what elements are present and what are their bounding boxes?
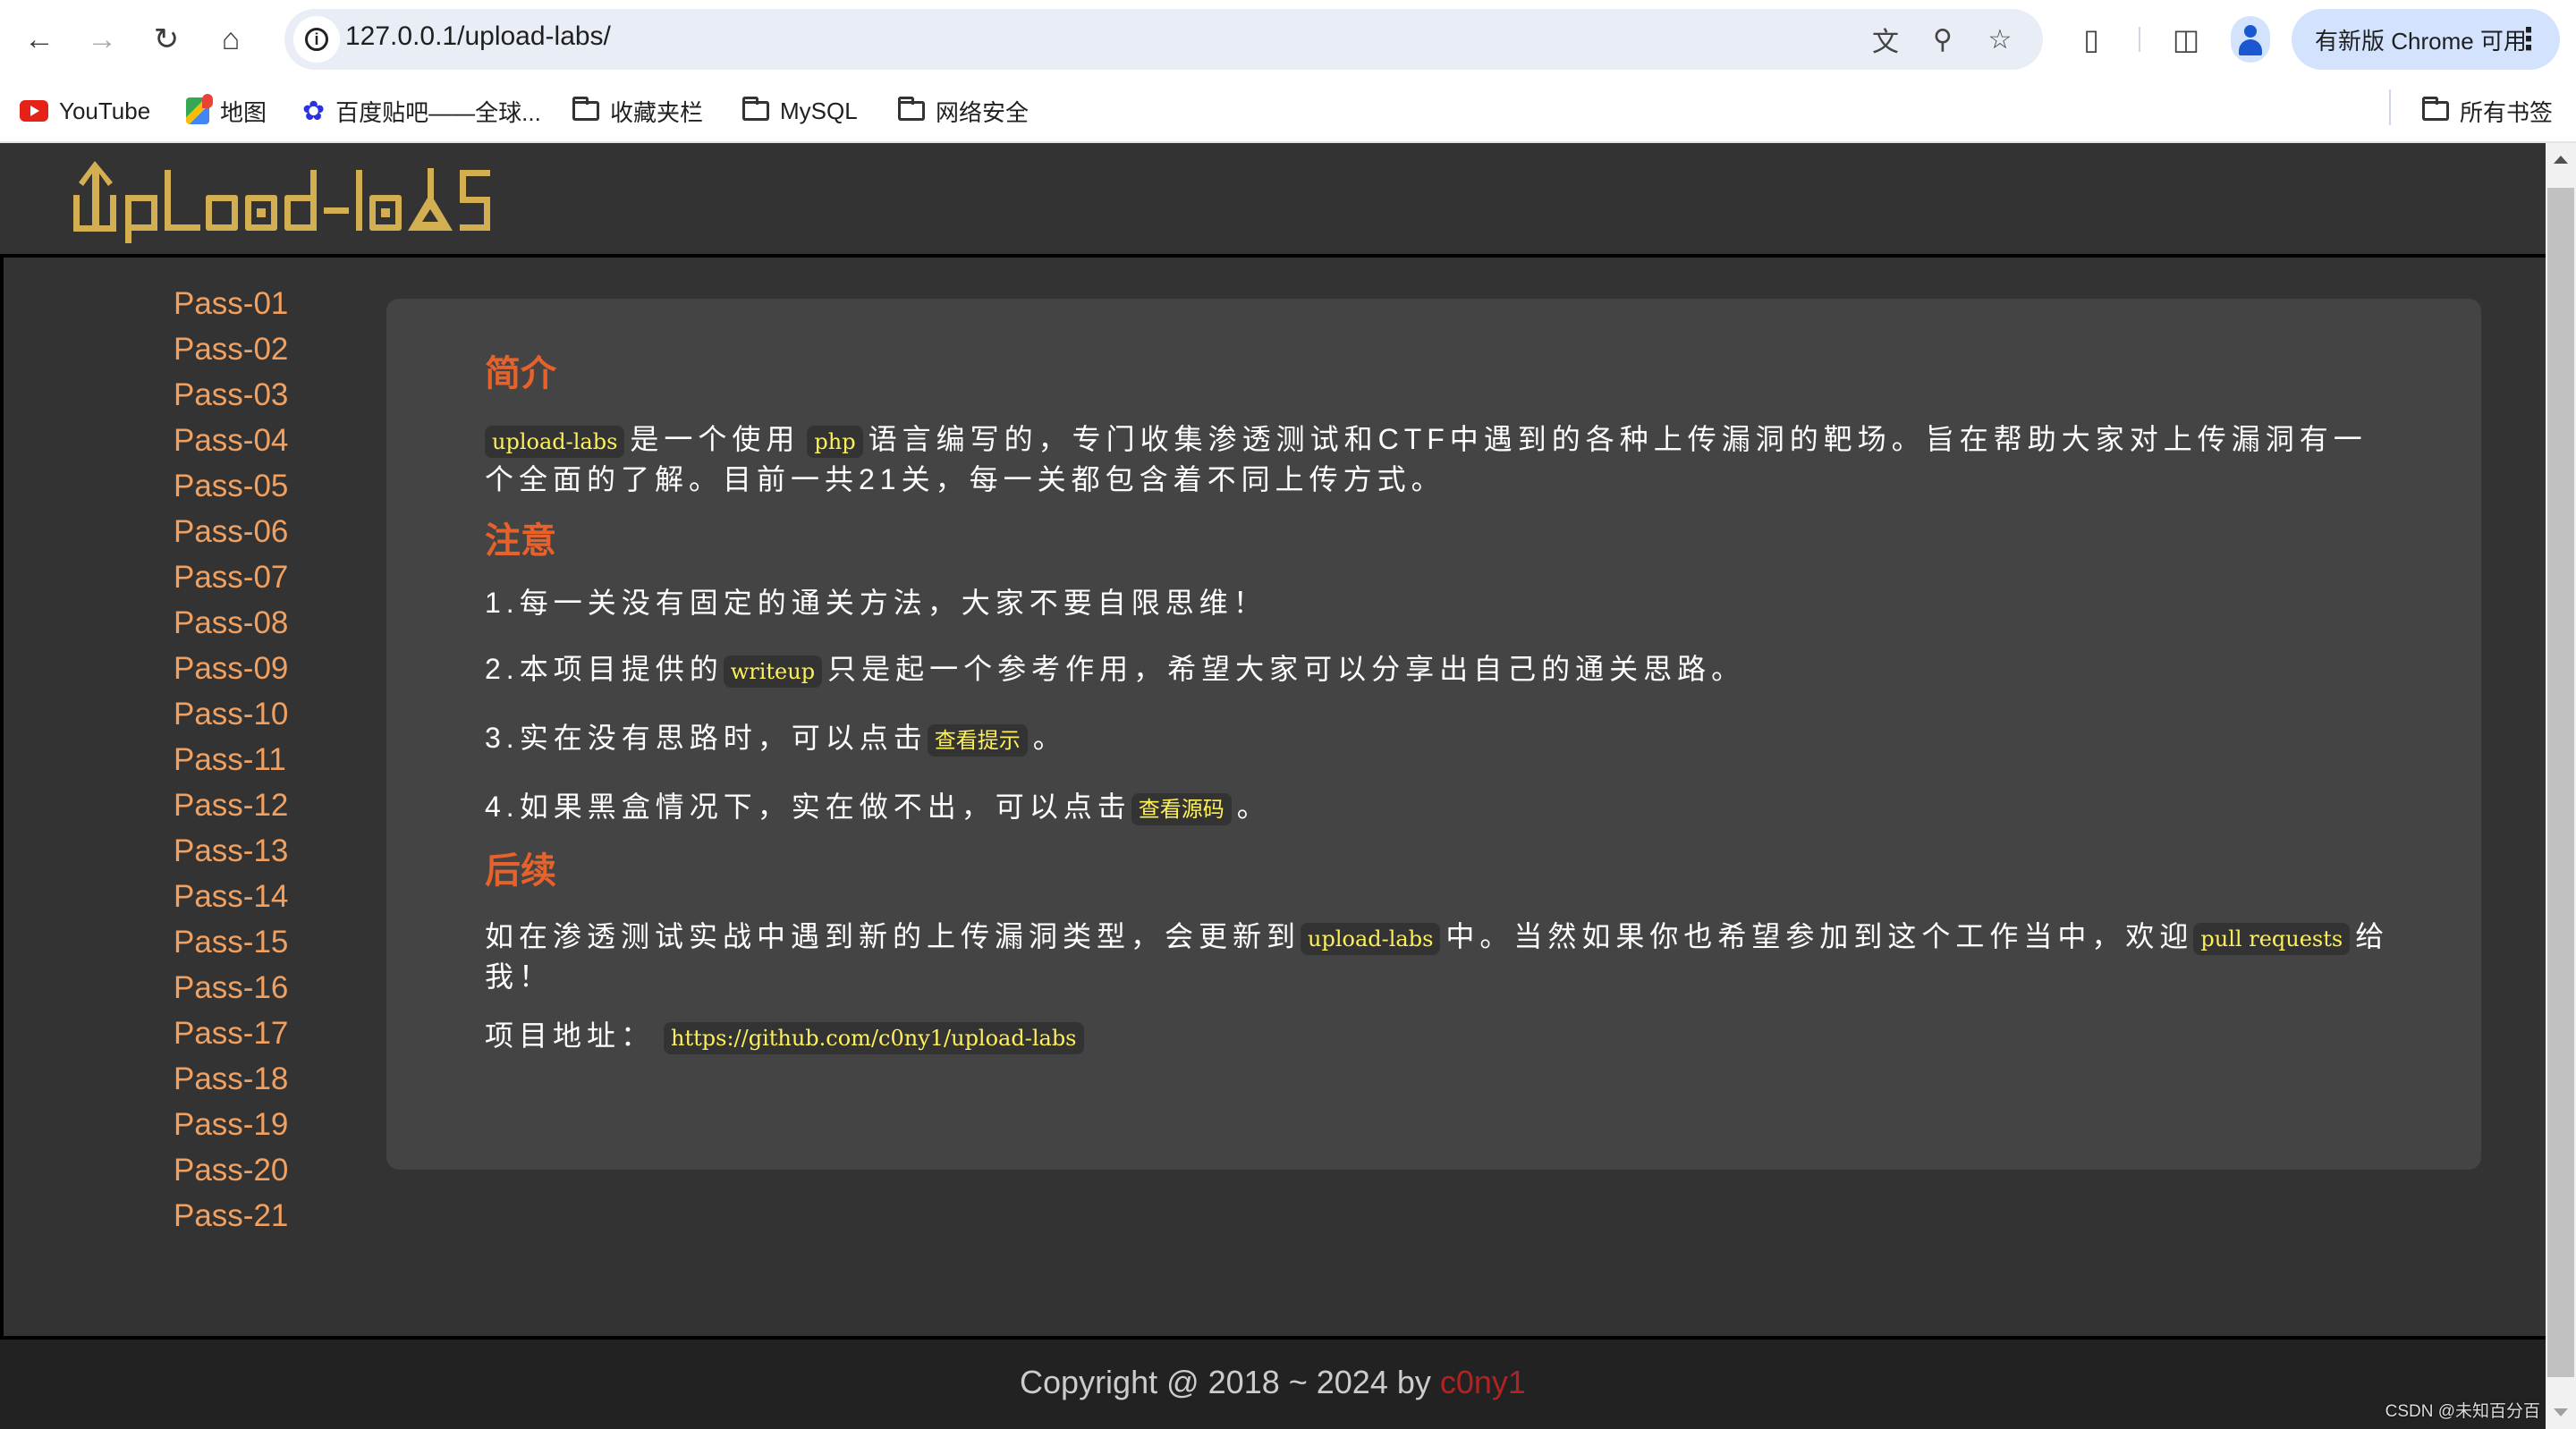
pass-link-04[interactable]: Pass-04: [174, 418, 370, 463]
code-php: php: [807, 426, 863, 458]
pass-link-15[interactable]: Pass-15: [174, 919, 370, 965]
pass-link-14[interactable]: Pass-14: [174, 874, 370, 919]
more-menu-icon[interactable]: ⋮: [2513, 21, 2544, 57]
code-upload-labs-2: upload-labs: [1301, 923, 1441, 955]
bookmark-youtube[interactable]: YouTube: [20, 93, 150, 129]
site-footer: Copyright @ 2018 ~ 2024 by c0ny1: [0, 1336, 2546, 1429]
upload-labs-logo[interactable]: UpLoad-labS: [72, 154, 537, 243]
home-button[interactable]: ⌂: [209, 18, 252, 61]
scroll-up-arrow-icon[interactable]: [2554, 156, 2568, 164]
home-icon: ⌂: [221, 21, 241, 56]
url-text[interactable]: 127.0.0.1/upload-labs/: [345, 21, 611, 52]
folder-icon: [898, 97, 925, 121]
bookmarks-divider: [2389, 89, 2391, 125]
project-address: 项目地址： https://github.com/c0ny1/upload-lab…: [485, 1017, 2390, 1057]
pass-link-01[interactable]: Pass-01: [174, 281, 370, 326]
show-hint-link[interactable]: 查看提示: [927, 724, 1028, 757]
site-info-button[interactable]: i: [293, 16, 340, 63]
forward-button[interactable]: →: [80, 18, 123, 61]
info-icon: i: [305, 28, 328, 51]
side-panel-icon[interactable]: ◫: [2166, 20, 2206, 59]
intro-paragraph: upload-labs 是一个使用 php 语言编写的，专门收集渗透测试和CTF中遇到…: [485, 423, 2368, 495]
pass-link-13[interactable]: Pass-13: [174, 828, 370, 874]
pass-sidebar: Pass-01 Pass-02 Pass-03 Pass-04 Pass-05 …: [174, 281, 370, 1239]
bookmark-maps[interactable]: 地图: [186, 93, 267, 129]
github-link[interactable]: https://github.com/c0ny1/upload-labs: [664, 1022, 1084, 1054]
code-upload-labs: upload-labs: [485, 426, 625, 458]
chrome-update-button[interactable]: 有新版 Chrome 可用 ⋮: [2292, 9, 2560, 70]
code-writeup: writeup: [723, 655, 823, 688]
scroll-thumb[interactable]: [2547, 188, 2574, 1377]
arrow-right-icon: →: [87, 21, 117, 56]
intro-panel: 简介 upload-labs 是一个使用 php 语言编写的，专门收集渗透测试和CTF…: [386, 299, 2481, 1170]
main-area: Pass-01 Pass-02 Pass-03 Pass-04 Pass-05 …: [0, 258, 2546, 1336]
bookmark-folder-favorites[interactable]: 收藏夹栏: [572, 93, 703, 129]
code-pull-requests: pull requests: [2193, 923, 2351, 955]
pass-link-17[interactable]: Pass-17: [174, 1010, 370, 1056]
reload-icon: ↻: [153, 22, 180, 56]
reload-button[interactable]: ↻: [145, 18, 188, 61]
bookmark-folder-mysql[interactable]: MySQL: [742, 93, 858, 129]
youtube-icon: [20, 100, 48, 122]
toolbar-divider: [2139, 27, 2140, 52]
note-2: 2.本项目提供的 writeup 只是起一个参考作用，希望大家可以分享出自己的通关思…: [485, 650, 2390, 690]
pass-link-12[interactable]: Pass-12: [174, 782, 370, 828]
bookmark-folder-security[interactable]: 网络安全: [898, 93, 1029, 129]
pass-link-03[interactable]: Pass-03: [174, 372, 370, 418]
author-link[interactable]: c0ny1: [1440, 1364, 1526, 1400]
pass-link-21[interactable]: Pass-21: [174, 1193, 370, 1239]
pass-link-18[interactable]: Pass-18: [174, 1056, 370, 1102]
profile-avatar[interactable]: [2231, 16, 2270, 63]
arrow-left-icon: ←: [24, 21, 55, 56]
followup-title: 后续: [485, 851, 556, 891]
pass-link-10[interactable]: Pass-10: [174, 691, 370, 737]
notes-title: 注意: [485, 521, 556, 561]
pass-link-16[interactable]: Pass-16: [174, 965, 370, 1010]
page: UpLoad-labS: [0, 143, 2546, 1429]
copyright-text: Copyright @ 2018 ~ 2024 by c0ny1: [1020, 1364, 1526, 1400]
pass-link-20[interactable]: Pass-20: [174, 1147, 370, 1193]
zoom-icon[interactable]: ⚲: [1925, 21, 1961, 57]
browser-toolbar: ← → ↻ ⌂ i 127.0.0.1/upload-labs/ 文 ⚲ ☆ ▯…: [0, 0, 2576, 79]
note-1: 1.每一关没有固定的通关方法，大家不要自限思维！: [485, 587, 1267, 619]
bookmark-star-icon[interactable]: ☆: [1982, 21, 2018, 57]
note-3: 3.实在没有思路时，可以点击 查看提示。: [485, 719, 2390, 759]
csdn-watermark: CSDN @未知百分百: [2385, 1402, 2540, 1421]
page-scrollbar[interactable]: [2546, 143, 2576, 1429]
followup-paragraph: 如在渗透测试实战中遇到新的上传漏洞类型，会更新到 upload-labs 中。当然如…: [485, 920, 2390, 993]
folder-icon: [2422, 97, 2449, 121]
pass-link-05[interactable]: Pass-05: [174, 463, 370, 509]
pass-link-02[interactable]: Pass-02: [174, 326, 370, 372]
folder-icon: [572, 97, 599, 121]
show-source-link[interactable]: 查看源码: [1131, 793, 1232, 825]
address-bar[interactable]: i 127.0.0.1/upload-labs/ 文 ⚲ ☆: [284, 9, 2043, 70]
pass-link-07[interactable]: Pass-07: [174, 554, 370, 600]
extensions-icon[interactable]: ▯: [2072, 20, 2111, 59]
bookmark-baidu-tieba[interactable]: ✿ 百度贴吧——全球...: [302, 93, 541, 129]
folder-icon: [742, 97, 769, 121]
bookmarks-bar: YouTube 地图 ✿ 百度贴吧——全球... 收藏夹栏 MySQL 网络安全…: [0, 79, 2576, 143]
baidu-icon: ✿: [302, 96, 326, 126]
intro-title: 简介: [485, 354, 556, 393]
back-button[interactable]: ←: [18, 18, 61, 61]
pass-link-11[interactable]: Pass-11: [174, 737, 370, 782]
scroll-down-arrow-icon[interactable]: [2554, 1408, 2568, 1416]
note-4: 4.如果黑盒情况下，实在做不出，可以点击 查看源码。: [485, 788, 2390, 828]
maps-icon: [186, 94, 213, 124]
pass-link-09[interactable]: Pass-09: [174, 646, 370, 691]
pass-link-19[interactable]: Pass-19: [174, 1102, 370, 1147]
site-header: UpLoad-labS: [0, 143, 2546, 258]
all-bookmarks-button[interactable]: 所有书签: [2422, 93, 2553, 129]
pass-link-08[interactable]: Pass-08: [174, 600, 370, 646]
translate-icon[interactable]: 文: [1868, 21, 1903, 57]
update-label: 有新版 Chrome 可用: [2315, 27, 2527, 55]
pass-link-06[interactable]: Pass-06: [174, 509, 370, 554]
